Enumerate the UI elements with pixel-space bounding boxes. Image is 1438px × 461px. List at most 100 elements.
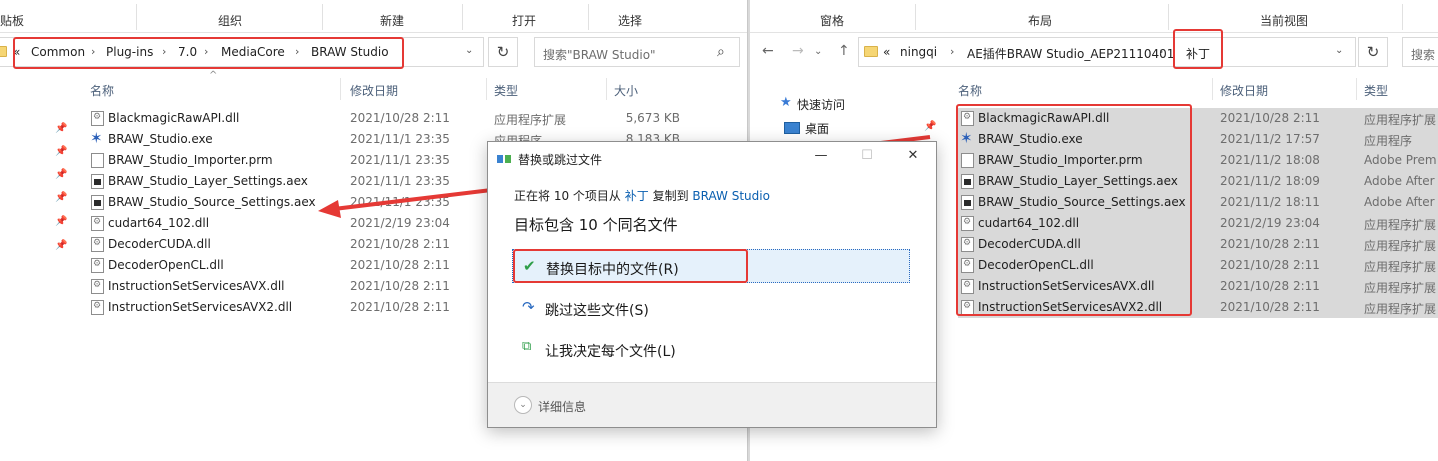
file-name: cudart64_102.dll (108, 216, 210, 230)
pin-icon[interactable]: 📌 (55, 192, 67, 203)
more-details-toggle[interactable]: 详细信息 (538, 398, 586, 415)
file-name: DecoderOpenCL.dll (108, 258, 224, 272)
folder-icon (0, 46, 7, 57)
right-search-box[interactable]: 搜索 (1402, 37, 1438, 67)
ribbon-new-group[interactable]: 新建 (380, 12, 404, 29)
breadcrumb-braw-plugin-folder[interactable]: AE插件BRAW Studio_AEP21110401 (967, 45, 1174, 62)
skip-arrow-icon: ↷ (522, 298, 535, 316)
back-arrow-icon[interactable]: ← (762, 43, 774, 59)
column-header-name[interactable]: 名称 (958, 82, 982, 99)
dll-file-icon (91, 216, 104, 231)
ribbon-layout-group[interactable]: 布局 (1028, 12, 1052, 29)
message-prefix: 正在将 10 个项目从 (514, 189, 621, 203)
column-header-date[interactable]: 修改日期 (1220, 82, 1268, 99)
search-icon[interactable]: ⌕ (717, 44, 725, 60)
refresh-icon[interactable]: ↻ (1358, 37, 1388, 67)
breadcrumb-overflow[interactable]: « (883, 45, 890, 59)
file-date: 2021/10/28 2:11 (350, 258, 450, 272)
search-input[interactable]: 搜索"BRAW Studio" (543, 46, 656, 63)
file-date: 2021/11/2 17:57 (1220, 132, 1320, 146)
minimize-icon[interactable]: — (806, 148, 836, 163)
pin-icon[interactable]: 📌 (55, 169, 67, 180)
file-type: 应用程序扩展 (1364, 113, 1437, 127)
sort-ascending-icon: ^ (209, 70, 218, 81)
close-icon[interactable]: ✕ (898, 148, 928, 163)
column-header-name[interactable]: 名称 (90, 82, 114, 99)
file-row[interactable]: BlackmagicRawAPI.dll 2021/10/28 2:11 应用程序扩… (88, 108, 688, 129)
highlight-patch-folder (1173, 29, 1223, 69)
column-divider[interactable] (1212, 78, 1213, 100)
ribbon-select-group[interactable]: 选择 (618, 12, 642, 29)
star-icon: ★ (780, 95, 792, 110)
column-divider[interactable] (340, 78, 341, 100)
file-size: 5,673 KB (625, 111, 680, 125)
column-header-date[interactable]: 修改日期 (350, 82, 398, 99)
aex-file-icon (91, 174, 104, 189)
ribbon-divider (322, 4, 323, 30)
nav-desktop[interactable]: 桌面 (805, 120, 829, 137)
pin-icon[interactable]: 📌 (55, 216, 67, 227)
ribbon-divider (1402, 4, 1403, 30)
replace-or-skip-dialog: 替换或跳过文件 — ☐ ✕ 正在将 10 个项目从 补丁 复制到 BRAW St… (487, 141, 937, 428)
ribbon-clipboard-group[interactable]: 剪贴板 (0, 12, 24, 29)
left-search-box[interactable]: 搜索"BRAW Studio" ⌕ (534, 37, 740, 67)
right-ribbon: 窗格 布局 当前视图 (750, 0, 1438, 33)
pin-icon[interactable]: 📌 (55, 123, 67, 134)
pin-icon[interactable]: 📌 (924, 121, 936, 132)
dll-file-icon (91, 237, 104, 252)
chevron-down-icon[interactable]: ⌄ (814, 46, 822, 57)
chevron-right-icon[interactable]: › (1159, 45, 1163, 58)
file-date: 2021/11/2 18:11 (1220, 195, 1320, 209)
forward-arrow-icon[interactable]: → (792, 43, 804, 59)
column-header-type[interactable]: 类型 (494, 82, 518, 99)
search-input[interactable]: 搜索 (1411, 46, 1435, 63)
pin-icon[interactable]: 📌 (55, 146, 67, 157)
ribbon-panes-group[interactable]: 窗格 (820, 12, 844, 29)
breadcrumb-ningqi[interactable]: ningqi (900, 45, 937, 59)
column-header-size[interactable]: 大小 (614, 82, 638, 99)
source-folder-link[interactable]: 补丁 (625, 189, 649, 203)
chevron-down-icon[interactable]: ⌄ (514, 396, 532, 414)
up-arrow-icon[interactable]: ↑ (838, 43, 850, 59)
file-name: BRAW_Studio_Importer.prm (108, 153, 273, 167)
file-type: Adobe After (1364, 174, 1435, 188)
desktop-icon (784, 122, 800, 134)
column-divider[interactable] (1356, 78, 1357, 100)
exe-file-icon (90, 129, 104, 147)
refresh-icon[interactable]: ↻ (488, 37, 518, 67)
skip-files-label: 跳过这些文件(S) (545, 303, 649, 319)
decide-each-option[interactable]: ⧉ 让我决定每个文件(L) (512, 332, 910, 366)
screen: 剪贴板 组织 新建 打开 选择 « Common › Plug-ins › 7.… (0, 0, 1438, 461)
dll-file-icon (91, 258, 104, 273)
highlight-patch-files (956, 104, 1192, 316)
file-date: 2021/11/1 23:35 (350, 174, 450, 188)
dialog-heading: 目标包含 10 个同名文件 (514, 216, 678, 234)
right-address-bar[interactable]: « ningqi › AE插件BRAW Studio_AEP21110401 ›… (858, 37, 1356, 67)
column-divider[interactable] (606, 78, 607, 100)
skip-files-option[interactable]: ↷ 跳过这些文件(S) (512, 291, 910, 325)
file-type: 应用程序扩展 (494, 113, 567, 127)
file-type: 应用程序 (1364, 134, 1413, 148)
file-date: 2021/10/28 2:11 (1220, 300, 1320, 314)
chevron-down-icon[interactable]: ⌄ (1335, 45, 1343, 56)
file-type: 应用程序扩展 (1364, 281, 1437, 295)
pin-icon[interactable]: 📌 (55, 240, 67, 251)
decide-each-label: 让我决定每个文件(L) (545, 344, 676, 360)
file-date: 2021/10/28 2:11 (350, 300, 450, 314)
file-type: Adobe Prem (1364, 153, 1437, 167)
column-header-type[interactable]: 类型 (1364, 82, 1388, 99)
ribbon-organize-group[interactable]: 组织 (218, 12, 242, 29)
ribbon-current-view-group[interactable]: 当前视图 (1260, 12, 1308, 29)
aex-file-icon (91, 195, 104, 210)
file-date: 2021/10/28 2:11 (1220, 237, 1320, 251)
chevron-down-icon[interactable]: ⌄ (465, 45, 473, 56)
maximize-icon: ☐ (861, 148, 873, 163)
destination-folder-link[interactable]: BRAW Studio (692, 189, 770, 203)
file-date: 2021/10/28 2:11 (1220, 111, 1320, 125)
ribbon-open-group[interactable]: 打开 (512, 12, 536, 29)
copy-files-icon (497, 155, 511, 163)
nav-quick-access[interactable]: 快速访问 (797, 96, 845, 113)
column-divider[interactable] (486, 78, 487, 100)
ribbon-divider (915, 4, 916, 30)
chevron-right-icon[interactable]: › (950, 45, 954, 58)
